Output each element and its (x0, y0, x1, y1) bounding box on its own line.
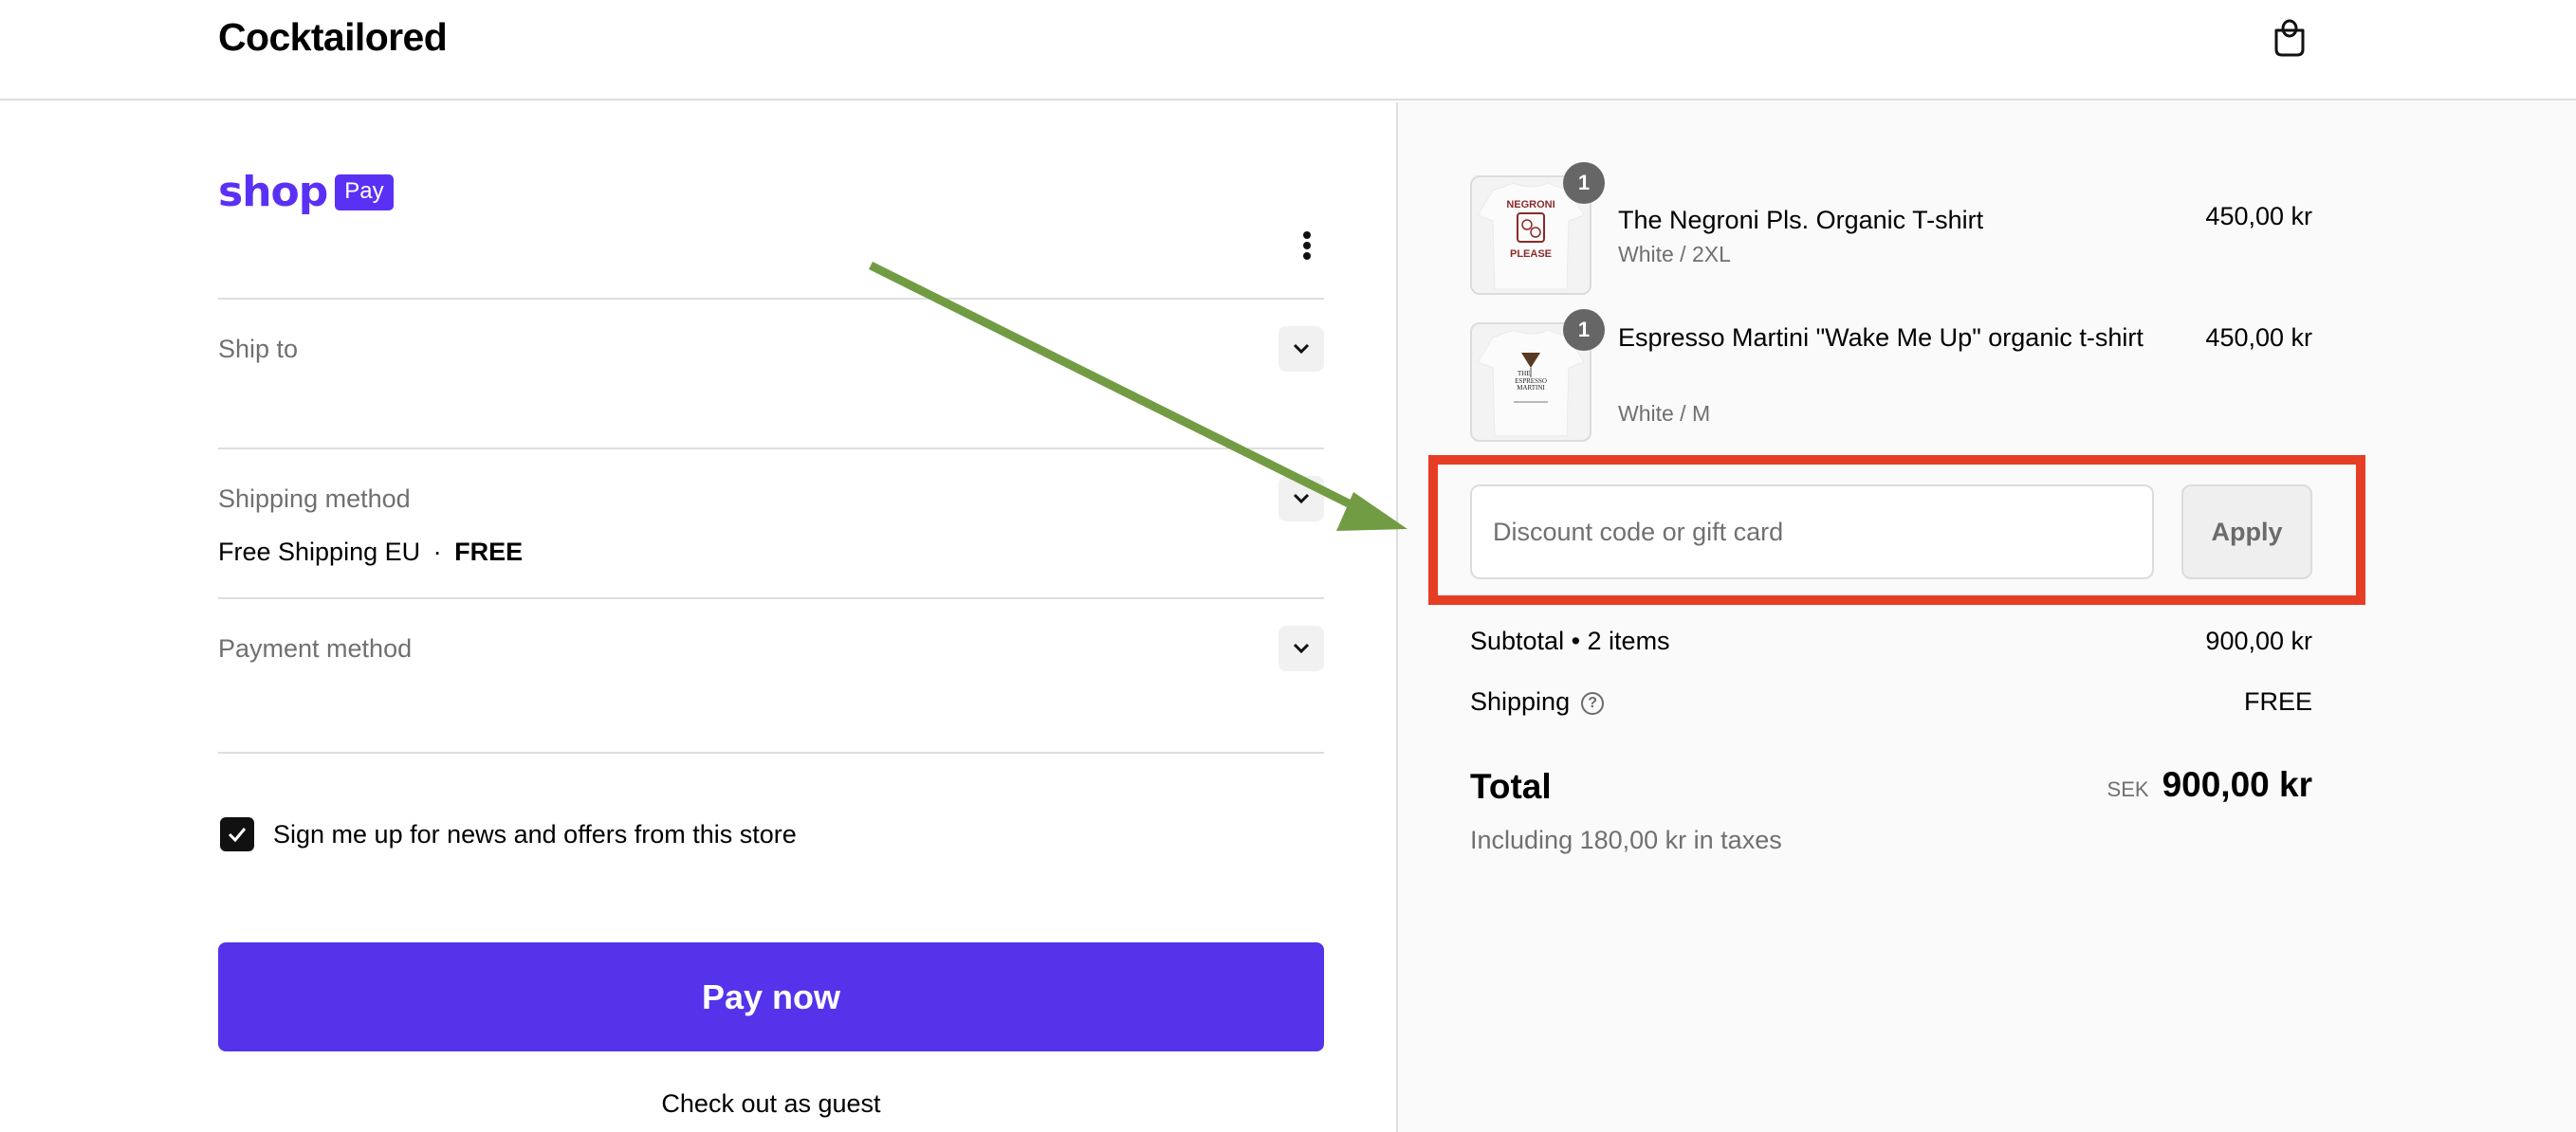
payment-method-label: Payment method (218, 634, 413, 663)
chevron-down-icon (1293, 643, 1310, 654)
newsletter-checkbox-row[interactable]: Sign me up for news and offers from this… (220, 817, 797, 851)
item-title: Espresso Martini "Wake Me Up" organic t-… (1618, 323, 2144, 352)
shipping-label-wrap: Shipping? (1470, 686, 1605, 717)
annotation-highlight-box (1428, 455, 2365, 605)
store-logo[interactable]: Cocktailored (218, 13, 448, 61)
shipping-label: Shipping (1470, 687, 1571, 716)
total-amount: SEK 900,00 kr (2107, 764, 2312, 805)
ship-to-label: Ship to (218, 335, 299, 363)
checkmark-icon (228, 828, 247, 843)
shop-wordmark: shop (218, 168, 328, 216)
quantity-badge: 1 (1563, 309, 1605, 351)
divider (218, 298, 1324, 300)
line-item: NEGRONI PLEASE 1 The Negroni Pls. Organi… (1470, 162, 2312, 299)
shipping-method-price: FREE (454, 538, 524, 566)
shopping-bag-icon[interactable] (2272, 17, 2307, 57)
annotation-arrow-shaft (868, 261, 1369, 517)
total-currency: SEK (2107, 776, 2149, 801)
separator: · (432, 538, 442, 566)
shipping-row: Shipping? FREE (1470, 686, 2312, 717)
chevron-down-icon (1293, 493, 1310, 504)
subtotal-row: Subtotal • 2 items 900,00 kr (1470, 626, 2312, 656)
newsletter-label: Sign me up for news and offers from this… (273, 820, 797, 849)
shipping-method-value: Free Shipping EU · FREE (218, 537, 523, 567)
tax-note: Including 180,00 kr in taxes (1470, 826, 1782, 854)
ship-to-expand-button[interactable] (1279, 326, 1324, 372)
shop-pay-logo: shop Pay (218, 171, 394, 214)
subtotal-label: Subtotal • 2 items (1470, 627, 1670, 655)
chevron-down-icon (1293, 343, 1310, 355)
subtotal-value: 900,00 kr (2205, 627, 2312, 655)
item-price: 450,00 kr (2205, 202, 2312, 230)
total-label: Total (1470, 767, 1552, 806)
more-vertical-icon[interactable] (1297, 231, 1316, 265)
shipping-method-expand-button[interactable] (1279, 476, 1324, 521)
checkout-as-guest-link[interactable]: Check out as guest (218, 1088, 1324, 1119)
svg-text:NEGRONI: NEGRONI (1506, 199, 1555, 210)
payment-method-expand-button[interactable] (1279, 626, 1324, 671)
item-variant: White / 2XL (1618, 242, 1731, 266)
quantity-badge: 1 (1563, 162, 1605, 204)
item-price: 450,00 kr (2205, 323, 2312, 352)
pay-badge: Pay (335, 174, 394, 210)
pay-now-button[interactable]: Pay now (218, 942, 1324, 1051)
shipping-method-name: Free Shipping EU (218, 538, 421, 566)
divider (218, 597, 1324, 599)
shipping-method-label: Shipping method (218, 484, 411, 513)
svg-text:PLEASE: PLEASE (1510, 248, 1552, 260)
total-value: 900,00 kr (2162, 764, 2312, 804)
site-header: Cocktailored (0, 0, 2576, 100)
item-title: The Negroni Pls. Organic T-shirt (1618, 206, 1984, 234)
svg-text:THE: THE (1518, 370, 1531, 377)
svg-text:MARTINI: MARTINI (1517, 384, 1545, 392)
newsletter-checkbox[interactable] (220, 817, 254, 851)
shipping-value: FREE (2243, 687, 2312, 716)
line-item: THE ESPRESSO MARTINI 1 Espresso Martini … (1470, 309, 2312, 446)
total-row: Total SEK 900,00 kr (1470, 766, 2312, 808)
help-circle-icon[interactable]: ? (1581, 691, 1605, 715)
item-variant: White / M (1618, 401, 1711, 426)
divider (218, 752, 1324, 754)
divider (218, 447, 1324, 449)
